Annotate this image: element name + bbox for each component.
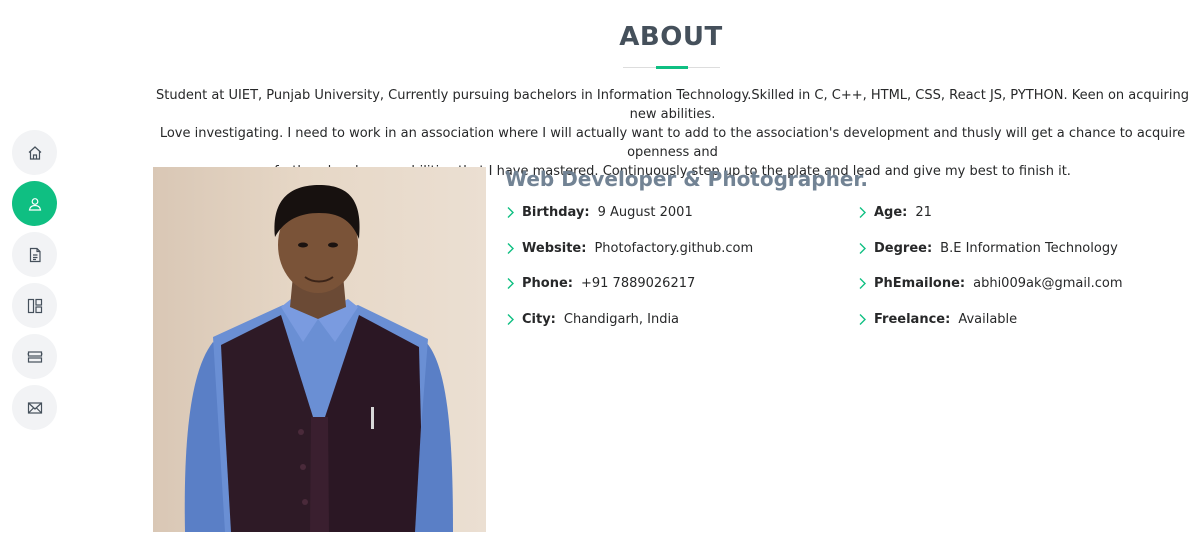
info-label: Website: bbox=[522, 240, 587, 256]
chevron-right-icon bbox=[505, 313, 517, 326]
info-value: +91 7889026217 bbox=[580, 276, 696, 291]
section-title: ABOUT bbox=[619, 22, 723, 52]
portfolio-icon bbox=[27, 298, 42, 313]
nav-about-button[interactable] bbox=[12, 181, 57, 226]
profile-photo bbox=[153, 167, 486, 532]
intro-line: Student at UIET, Punjab University, Curr… bbox=[156, 88, 1189, 122]
info-label: Phone: bbox=[522, 276, 573, 291]
info-value: 9 August 2001 bbox=[597, 205, 693, 220]
info-value: Available bbox=[958, 311, 1018, 327]
info-value: Chandigarh, India bbox=[563, 311, 680, 327]
envelope-icon bbox=[27, 401, 42, 414]
info-value: B.E Information Technology bbox=[940, 240, 1118, 256]
info-label: Birthday: bbox=[522, 205, 590, 220]
info-degree: Degree: B.E Information Technology bbox=[857, 241, 1123, 277]
info-list-left: Birthday: 9 August 2001 Website: Photofa… bbox=[505, 205, 753, 347]
chevron-right-icon bbox=[857, 277, 869, 290]
title-accent-bar bbox=[656, 66, 688, 69]
info-value: abhi009ak@gmail.com bbox=[973, 276, 1123, 291]
info-label: City: bbox=[522, 311, 556, 327]
info-label: Age: bbox=[874, 205, 908, 220]
section-header: ABOUT bbox=[560, 22, 782, 52]
info-label: Degree: bbox=[874, 240, 933, 256]
user-icon bbox=[28, 197, 41, 211]
resume-icon bbox=[29, 247, 41, 262]
services-icon bbox=[27, 350, 42, 363]
profile-photo-illustration bbox=[184, 185, 453, 532]
info-age: Age: 21 bbox=[857, 205, 1123, 241]
nav-contact-button[interactable] bbox=[12, 385, 57, 430]
info-city: City: Chandigarh, India bbox=[505, 312, 753, 348]
info-label: Freelance: bbox=[874, 311, 951, 327]
chevron-right-icon bbox=[505, 206, 517, 219]
info-label: PhEmailone: bbox=[874, 276, 966, 291]
chevron-right-icon bbox=[857, 242, 869, 255]
nav-services-button[interactable] bbox=[12, 334, 57, 379]
role-heading: Web Developer & Photographer. bbox=[505, 167, 869, 191]
side-nav bbox=[12, 130, 57, 436]
info-phone: Phone: +91 7889026217 bbox=[505, 276, 753, 312]
chevron-right-icon bbox=[505, 242, 517, 255]
info-birthday: Birthday: 9 August 2001 bbox=[505, 205, 753, 241]
nav-portfolio-button[interactable] bbox=[12, 283, 57, 328]
info-value: Photofactory.github.com bbox=[594, 240, 754, 256]
info-value: 21 bbox=[915, 205, 932, 220]
info-list-right: Age: 21 Degree: B.E Information Technolo… bbox=[857, 205, 1123, 347]
chevron-right-icon bbox=[857, 313, 869, 326]
nav-resume-button[interactable] bbox=[12, 232, 57, 277]
chevron-right-icon bbox=[857, 206, 869, 219]
info-website: Website: Photofactory.github.com bbox=[505, 241, 753, 277]
info-freelance: Freelance: Available bbox=[857, 312, 1123, 348]
chevron-right-icon bbox=[505, 277, 517, 290]
nav-home-button[interactable] bbox=[12, 130, 57, 175]
info-email: PhEmailone: abhi009ak@gmail.com bbox=[857, 276, 1123, 312]
home-icon bbox=[28, 145, 41, 160]
intro-line: Love investigating. I need to work in an… bbox=[159, 126, 1186, 160]
